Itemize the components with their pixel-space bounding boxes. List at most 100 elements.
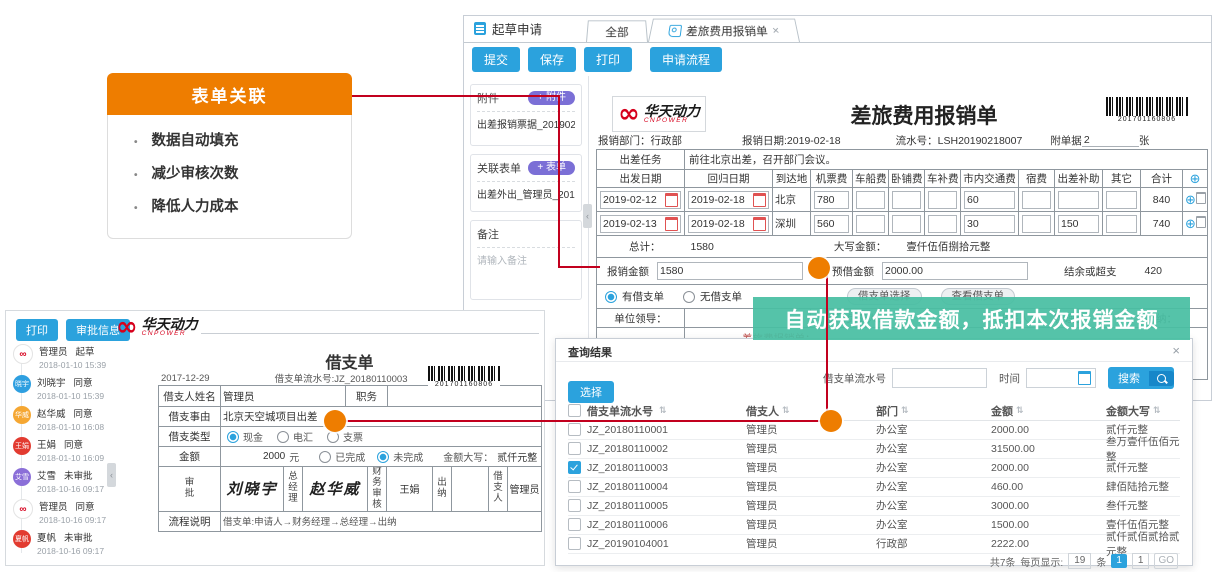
row-checkbox[interactable]	[568, 442, 581, 455]
dest-cell[interactable]: 北京	[773, 188, 811, 212]
delete-row-icon[interactable]	[1196, 192, 1206, 204]
approval-item[interactable]: 王娟 王娟同意 2018-01-10 16:09	[13, 437, 105, 463]
row-checkbox[interactable]	[568, 518, 581, 531]
related-file-link[interactable]: 出差外出_管理员_2019...	[477, 186, 575, 201]
loan-print-button[interactable]: 打印	[16, 319, 58, 341]
sort-icon[interactable]	[782, 405, 790, 416]
submit-button[interactable]: 提交	[472, 47, 520, 72]
carsub-input[interactable]	[928, 215, 957, 233]
row-checkbox[interactable]	[568, 499, 581, 512]
goto-page-input[interactable]: 1	[1132, 553, 1150, 569]
calendar-icon[interactable]	[665, 217, 678, 231]
approval-item[interactable]: 晓宇 刘晓宇同意 2018-01-10 15:39	[13, 375, 105, 401]
dest-cell[interactable]: 深圳	[773, 212, 811, 236]
task-value[interactable]: 前往北京出差，召开部门会议。	[685, 150, 1208, 170]
calendar-icon[interactable]	[1078, 371, 1091, 385]
row-checkbox[interactable]	[568, 461, 581, 474]
type-wire-radio[interactable]	[277, 431, 289, 443]
query-row[interactable]: JZ_20180110003 管理员办公室 2000.00贰仟元整	[568, 458, 1180, 478]
query-row[interactable]: JZ_20180110002 管理员办公室 31500.00叁万壹仟伍佰元整	[568, 439, 1180, 459]
approval-collapse-handle[interactable]	[107, 463, 116, 487]
cnpower-logo: ∞ 华天动力 CNPOWER	[618, 104, 700, 125]
query-row[interactable]: JZ_20190104001 管理员行政部 2222.00贰仟贰佰贰拾贰元整	[568, 534, 1180, 554]
other-input[interactable]	[1106, 191, 1137, 209]
query-close-icon[interactable]: ×	[1172, 343, 1180, 358]
sidebar-collapse-handle[interactable]	[583, 204, 592, 228]
add-row-icon[interactable]	[1185, 192, 1196, 207]
reimb-label: 报销金额	[607, 264, 649, 279]
sort-icon[interactable]	[659, 405, 667, 416]
air-input[interactable]: 560	[814, 215, 849, 233]
tab-close-icon[interactable]: ×	[772, 24, 781, 37]
type-cash-radio[interactable]	[227, 431, 239, 443]
return-date-input[interactable]: 2019-02-18	[688, 215, 769, 233]
loan-amount-label: 金额	[159, 447, 221, 467]
sort-icon[interactable]	[1153, 405, 1161, 416]
sort-icon[interactable]	[901, 405, 909, 416]
air-input[interactable]: 780	[814, 191, 849, 209]
time-search-input[interactable]	[1026, 368, 1096, 388]
city-input[interactable]: 60	[964, 191, 1015, 209]
add-row-icon[interactable]	[1185, 216, 1196, 231]
calendar-icon[interactable]	[665, 193, 678, 207]
other-input[interactable]	[1106, 215, 1137, 233]
calendar-icon[interactable]	[753, 193, 766, 207]
select-all-checkbox[interactable]	[568, 404, 581, 417]
boat-input[interactable]	[856, 191, 885, 209]
remark-input[interactable]: 请输入备注	[477, 252, 575, 267]
delete-row-icon[interactable]	[1196, 216, 1206, 228]
attachment-file-link[interactable]: 出差报销票据_20190219j...	[477, 116, 575, 131]
approval-item[interactable]: 华威 赵华威同意 2018-01-10 16:08	[13, 406, 105, 432]
search-button[interactable]: 搜索	[1108, 367, 1174, 389]
bed-input[interactable]	[892, 215, 921, 233]
advance-input[interactable]: 2000.00	[882, 262, 1028, 280]
type-check-radio[interactable]	[327, 431, 339, 443]
add-attachment-button[interactable]: + 附件	[528, 91, 575, 105]
return-date-input[interactable]: 2019-02-18	[688, 191, 769, 209]
add-form-button[interactable]: + 表单	[528, 161, 575, 175]
row-checkbox[interactable]	[568, 423, 581, 436]
query-row[interactable]: JZ_20180110001 管理员办公室 2000.00贰仟元整	[568, 420, 1180, 440]
stay-input[interactable]	[1022, 215, 1051, 233]
calendar-icon[interactable]	[753, 217, 766, 231]
bed-input[interactable]	[892, 191, 921, 209]
row-checkbox[interactable]	[568, 480, 581, 493]
allow-input[interactable]: 150	[1058, 215, 1099, 233]
go-button[interactable]: GO	[1154, 553, 1178, 569]
tab-expense-form[interactable]: 差旅费用报销单 ×	[648, 19, 800, 42]
approval-item[interactable]: 管理员同意 2018-10-16 09:17	[13, 499, 105, 525]
page-button[interactable]: 1	[1111, 554, 1127, 568]
module-title[interactable]: 起草申请	[464, 19, 556, 42]
query-row[interactable]: JZ_20180110004 管理员办公室 460.00肆佰陆拾元整	[568, 477, 1180, 497]
serial-search-input[interactable]	[892, 368, 987, 388]
stay-input[interactable]	[1022, 191, 1051, 209]
sort-icon[interactable]	[1016, 405, 1024, 416]
add-row-icon[interactable]	[1190, 171, 1201, 186]
has-loan-label: 有借支单	[622, 289, 664, 304]
reimb-input[interactable]: 1580	[657, 262, 803, 280]
loan-reason-label: 借支事由	[159, 407, 221, 427]
carsub-input[interactable]	[928, 191, 957, 209]
boat-input[interactable]	[856, 215, 885, 233]
city-input[interactable]: 30	[964, 215, 1015, 233]
apply-flow-button[interactable]: 申请流程	[650, 47, 722, 72]
depart-date-input[interactable]: 2019-02-13	[600, 215, 681, 233]
done-radio[interactable]	[319, 451, 331, 463]
attach-count-input[interactable]: 2	[1082, 134, 1139, 147]
depart-date-input[interactable]: 2019-02-12	[600, 191, 681, 209]
undone-radio[interactable]	[377, 451, 389, 463]
allow-input[interactable]	[1058, 191, 1099, 209]
row-checkbox[interactable]	[568, 537, 581, 550]
approval-item[interactable]: 夏帆 夏帆未审批 2018-10-16 09:17	[13, 530, 105, 556]
tab-all[interactable]: 全部	[586, 20, 648, 42]
per-page-select[interactable]: 19	[1068, 553, 1091, 569]
approval-item[interactable]: 管理员起草 2018-01-10 15:39	[13, 344, 105, 370]
print-button[interactable]: 打印	[584, 47, 632, 72]
has-loan-radio[interactable]	[605, 291, 617, 303]
query-row[interactable]: JZ_20180110006 管理员办公室 1500.00壹仟伍佰元整	[568, 515, 1180, 535]
select-button[interactable]: 选择	[568, 381, 614, 403]
approval-item[interactable]: 艾雪 艾雪未审批 2018-10-16 09:17	[13, 468, 105, 494]
query-row[interactable]: JZ_20180110005 管理员办公室 3000.00叁仟元整	[568, 496, 1180, 516]
no-loan-radio[interactable]	[683, 291, 695, 303]
save-button[interactable]: 保存	[528, 47, 576, 72]
